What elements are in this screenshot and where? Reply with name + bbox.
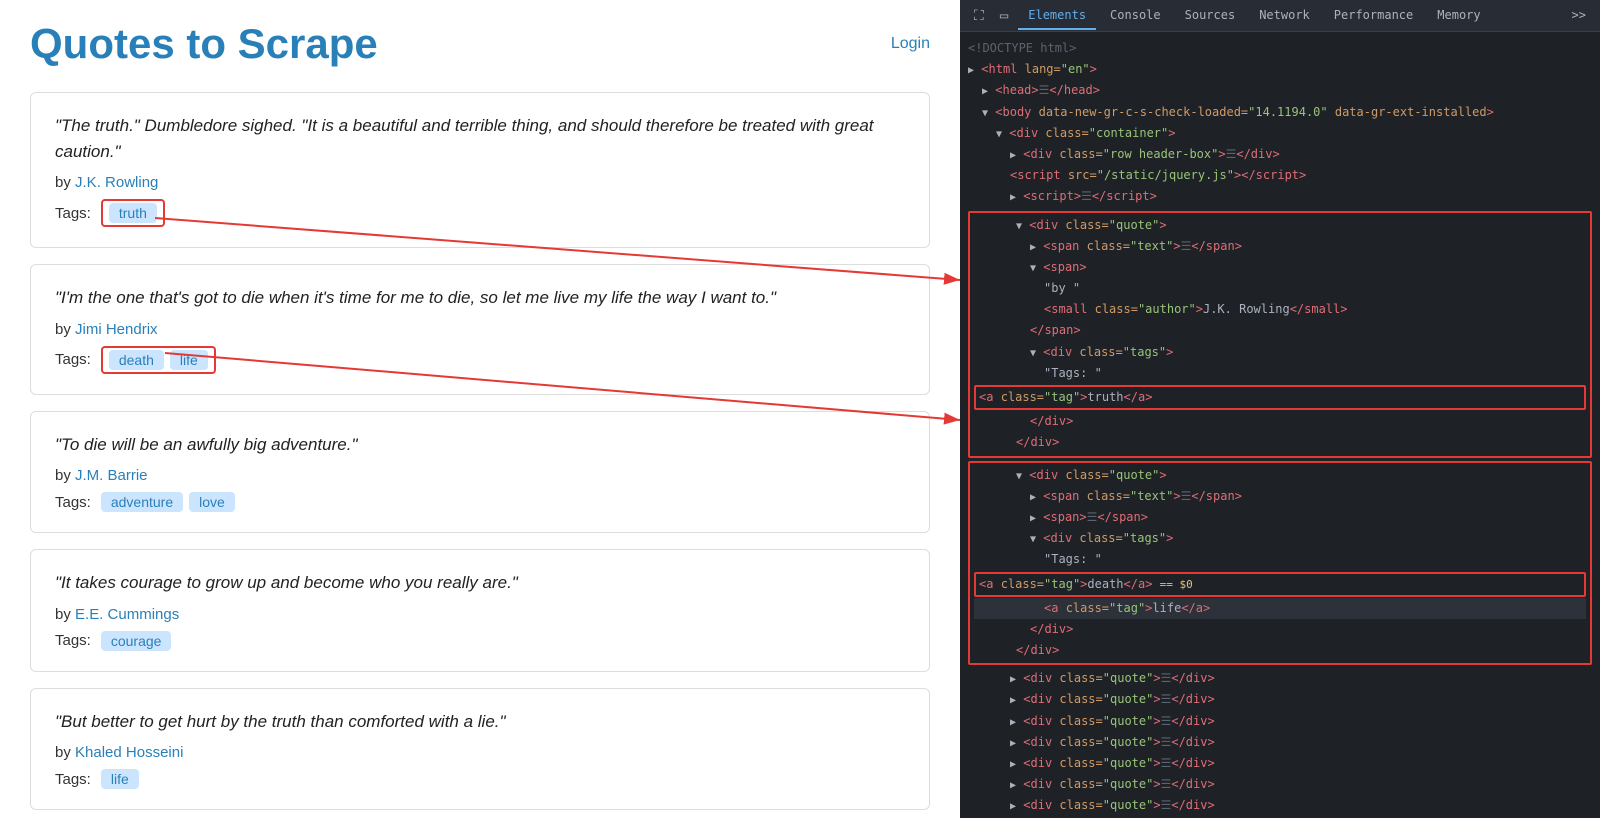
dt-tags-text1: "Tags: "	[974, 363, 1586, 384]
quote-tags-line: Tags: adventure love	[55, 492, 905, 512]
tag-badge[interactable]: truth	[109, 203, 157, 223]
quote-text: "I'm the one that's got to die when it's…	[55, 285, 905, 311]
tag-badge[interactable]: courage	[101, 631, 172, 651]
tag-box-outline: death life	[101, 346, 216, 374]
quote-author-line: by E.E. Cummings	[55, 606, 905, 623]
dt-text-by1: "by "	[974, 278, 1586, 299]
dt-div-tags2-open[interactable]: ▼ <div class="tags">	[974, 528, 1586, 549]
tag-badge[interactable]: life	[170, 350, 208, 370]
login-link[interactable]: Login	[891, 35, 930, 53]
left-panel: Quotes to Scrape Login "The truth." Dumb…	[0, 0, 960, 818]
quote-author-line: by J.K. Rowling	[55, 174, 905, 191]
dt-span-text1[interactable]: ▶ <span class="text">☰</span>	[974, 236, 1586, 257]
dt-span-text2[interactable]: ▶ <span class="text">☰</span>	[974, 486, 1586, 507]
dt-div-quote1[interactable]: ▼ <div class="quote">	[974, 215, 1586, 236]
quote-author-line: by Jimi Hendrix	[55, 321, 905, 338]
dt-span-by1[interactable]: ▼ <span>	[974, 257, 1586, 278]
devtools-icon-device[interactable]: ▭	[994, 4, 1014, 28]
quote-author-link[interactable]: Khaled Hosseini	[75, 744, 183, 761]
devtools-tab-performance[interactable]: Performance	[1324, 2, 1423, 30]
quote-text: "But better to get hurt by the truth tha…	[55, 709, 905, 735]
dt-body-open[interactable]: ▼ <body data-new-gr-c-s-check-loaded="14…	[968, 102, 1592, 123]
site-header: Quotes to Scrape Login	[30, 20, 930, 68]
dt-span-close1: </span>	[974, 320, 1586, 341]
devtools-content: <!DOCTYPE html> ▶ <html lang="en"> ▶ <he…	[960, 32, 1600, 818]
devtools-tabs: ⛶ ▭ Elements Console Sources Network Per…	[960, 0, 1600, 32]
dt-a-life[interactable]: <a class="tag">life</a>	[974, 598, 1586, 619]
dt-div-quote1-close: </div>	[974, 432, 1586, 453]
dt-doctype: <!DOCTYPE html>	[968, 38, 1592, 59]
quote-card: "To die will be an awfully big adventure…	[30, 411, 930, 534]
devtools-tab-elements[interactable]: Elements	[1018, 2, 1096, 30]
dt-div-quote2-close: </div>	[974, 640, 1586, 661]
dt-div-quote9[interactable]: ▶ <div class="quote">☰</div>	[968, 795, 1592, 816]
devtools-tab-sources[interactable]: Sources	[1175, 2, 1246, 30]
dt-div-quote4[interactable]: ▶ <div class="quote">☰</div>	[968, 689, 1592, 710]
dt-div-header-box[interactable]: ▶ <div class="row header-box">☰</div>	[968, 144, 1592, 165]
quote-card: "But better to get hurt by the truth tha…	[30, 688, 930, 811]
dt-div-tags1-open[interactable]: ▼ <div class="tags">	[974, 342, 1586, 363]
quote-author-line: by J.M. Barrie	[55, 467, 905, 484]
dt-div-quote5[interactable]: ▶ <div class="quote">☰</div>	[968, 711, 1592, 732]
tag-badge[interactable]: death	[109, 350, 164, 370]
tag-badge[interactable]: adventure	[101, 492, 183, 512]
devtools-panel: ⛶ ▭ Elements Console Sources Network Per…	[960, 0, 1600, 818]
tag-badge[interactable]: love	[189, 492, 235, 512]
devtools-tab-console[interactable]: Console	[1100, 2, 1171, 30]
quote-tags-line: Tags: truth	[55, 199, 905, 227]
dt-highlight-quote2: ▼ <div class="quote"> ▶ <span class="tex…	[968, 461, 1592, 666]
quote-tags-line: Tags: life	[55, 769, 905, 789]
quote-text: "It takes courage to grow up and become …	[55, 570, 905, 596]
quote-text: "The truth." Dumbledore sighed. "It is a…	[55, 113, 905, 164]
quote-author-line: by Khaled Hosseini	[55, 744, 905, 761]
dt-script-2[interactable]: ▶ <script>☰</script>	[968, 186, 1592, 207]
dt-div-quote6[interactable]: ▶ <div class="quote">☰</div>	[968, 732, 1592, 753]
quote-card: "The truth." Dumbledore sighed. "It is a…	[30, 92, 930, 248]
dt-div-quote8[interactable]: ▶ <div class="quote">☰</div>	[968, 774, 1592, 795]
dt-a-truth[interactable]: <a class="tag">truth</a>	[974, 385, 1586, 410]
dt-head[interactable]: ▶ <head>☰</head>	[968, 80, 1592, 101]
dt-div-container[interactable]: ▼ <div class="container">	[968, 123, 1592, 144]
site-title: Quotes to Scrape	[30, 20, 378, 68]
dt-highlight-quote1: ▼ <div class="quote"> ▶ <span class="tex…	[968, 211, 1592, 458]
quote-text: "To die will be an awfully big adventure…	[55, 432, 905, 458]
devtools-tab-more[interactable]: >>	[1566, 4, 1592, 28]
quote-card: "I'm the one that's got to die when it's…	[30, 264, 930, 395]
dt-span-by2[interactable]: ▶ <span>☰</span>	[974, 507, 1586, 528]
tag-badge[interactable]: life	[101, 769, 139, 789]
quote-tags-line: Tags: courage	[55, 631, 905, 651]
dt-html[interactable]: ▶ <html lang="en">	[968, 59, 1592, 80]
quote-author-link[interactable]: J.K. Rowling	[75, 174, 158, 191]
dt-div-quote2[interactable]: ▼ <div class="quote">	[974, 465, 1586, 486]
dt-div-quote3[interactable]: ▶ <div class="quote">☰</div>	[968, 668, 1592, 689]
quote-author-link[interactable]: J.M. Barrie	[75, 467, 148, 484]
dt-a-death[interactable]: <a class="tag">death</a> == $0	[974, 572, 1586, 597]
tag-box-outline: truth	[101, 199, 165, 227]
quote-tags-line: Tags: death life	[55, 346, 905, 374]
devtools-tab-network[interactable]: Network	[1249, 2, 1320, 30]
dt-tags-text2: "Tags: "	[974, 549, 1586, 570]
quote-author-link[interactable]: Jimi Hendrix	[75, 321, 158, 338]
dt-div-tags2-close: </div>	[974, 619, 1586, 640]
dt-div-quote7[interactable]: ▶ <div class="quote">☰</div>	[968, 753, 1592, 774]
quote-card: "It takes courage to grow up and become …	[30, 549, 930, 672]
dt-script[interactable]: <script src="/static/jquery.js"></script…	[968, 165, 1592, 186]
devtools-tab-memory[interactable]: Memory	[1427, 2, 1490, 30]
dt-small-author1[interactable]: <small class="author">J.K. Rowling</smal…	[974, 299, 1586, 320]
quote-author-link[interactable]: E.E. Cummings	[75, 606, 179, 623]
dt-div-tags1-close: </div>	[974, 411, 1586, 432]
devtools-icon-inspect[interactable]: ⛶	[968, 4, 990, 28]
